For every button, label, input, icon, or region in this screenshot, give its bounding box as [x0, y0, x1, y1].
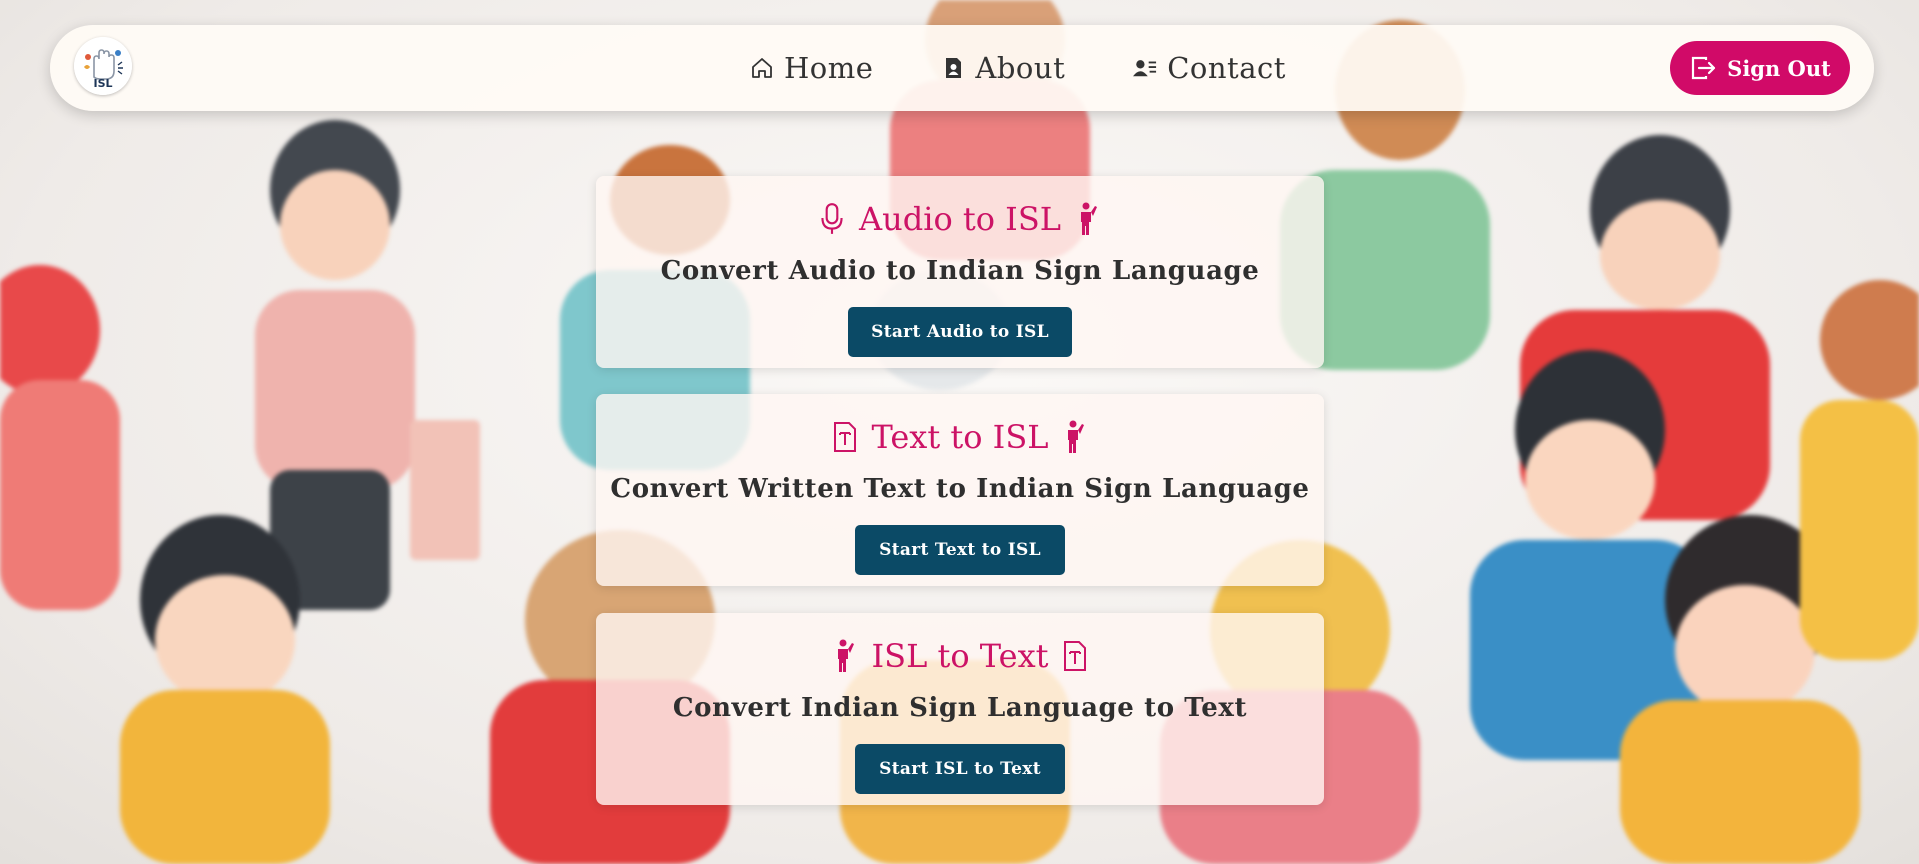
- nav-home[interactable]: Home: [750, 43, 873, 93]
- top-navbar: ISL Home About Contact Sign Out: [50, 25, 1874, 111]
- card-subtitle: Convert Indian Sign Language to Text: [672, 693, 1248, 723]
- start-audio-to-isl-button[interactable]: Start Audio to ISL: [848, 307, 1072, 357]
- card-text-to-isl: Text to ISL Convert Written Text to Indi…: [596, 394, 1324, 586]
- card-subtitle: Convert Audio to Indian Sign Language: [660, 256, 1260, 286]
- nav-contact-label: Contact: [1167, 51, 1286, 85]
- home-icon: [752, 58, 772, 78]
- card-title-row: Audio to ISL: [596, 200, 1324, 238]
- card-title-row: Text to ISL: [596, 418, 1324, 456]
- about-icon: [946, 58, 962, 78]
- start-isl-to-text-button[interactable]: Start ISL to Text: [855, 744, 1065, 794]
- sign-hand-icon: [1080, 202, 1097, 235]
- start-text-to-isl-button[interactable]: Start Text to ISL: [855, 525, 1065, 575]
- card-subtitle: Convert Written Text to Indian Sign Lang…: [610, 474, 1310, 504]
- contact-icon: [1133, 60, 1157, 77]
- sign-out-button[interactable]: Sign Out: [1670, 41, 1850, 95]
- logo-text: ISL: [93, 77, 113, 90]
- sign-hand-icon: [837, 639, 854, 672]
- nav-contact[interactable]: Contact: [1133, 43, 1286, 93]
- nav-about-label: About: [975, 51, 1066, 85]
- card-title: Text to ISL: [871, 418, 1049, 456]
- card-title-row: ISL to Text: [596, 637, 1324, 675]
- card-isl-to-text: ISL to Text Convert Indian Sign Language…: [596, 613, 1324, 805]
- sign-out-icon: [1692, 56, 1716, 80]
- card-title: ISL to Text: [871, 637, 1049, 675]
- sign-hand-icon: [1068, 420, 1085, 453]
- microphone-icon: [821, 203, 843, 234]
- card-audio-to-isl: Audio to ISL Convert Audio to Indian Sig…: [596, 176, 1324, 368]
- text-file-icon: [1064, 641, 1087, 671]
- card-title: Audio to ISL: [859, 200, 1061, 238]
- isl-logo[interactable]: ISL: [74, 37, 132, 95]
- nav-home-label: Home: [784, 51, 874, 85]
- nav-about[interactable]: About: [941, 43, 1065, 93]
- text-file-icon: [833, 422, 856, 452]
- sign-out-label: Sign Out: [1727, 55, 1831, 81]
- nav-links: Home About Contact: [700, 25, 1286, 111]
